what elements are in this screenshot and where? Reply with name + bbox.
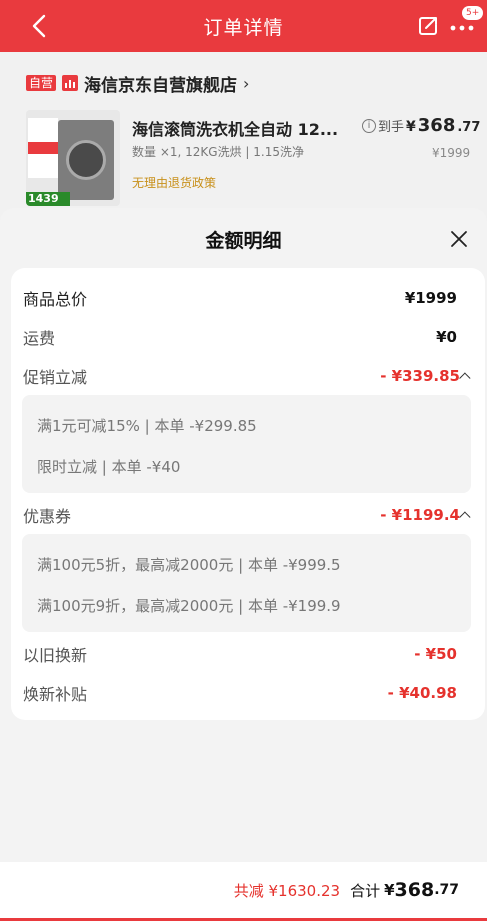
store-logo-icon	[62, 75, 79, 91]
share-icon[interactable]	[416, 14, 440, 38]
close-icon[interactable]	[450, 230, 468, 248]
promo-row[interactable]: 促销立减 - ¥339.85	[11, 364, 485, 388]
more-options-icon[interactable]	[448, 18, 478, 34]
final-price: i 到手 ¥ 368 .77	[362, 115, 480, 136]
total-currency: ¥	[384, 881, 395, 899]
final-price-currency: ¥	[406, 119, 416, 135]
chevron-right-icon: ›	[243, 73, 250, 93]
chevron-up-icon[interactable]	[459, 511, 471, 523]
coupon-detail-line: 满100元5折，最高减2000元 | 本单 -¥999.5	[37, 556, 341, 574]
subsidy-row: 焕新补贴 - ¥40.98	[11, 681, 485, 705]
store-link[interactable]: 自营 海信京东自营旗舰店 ›	[26, 72, 250, 96]
top-nav-bar: 订单详情 5+	[0, 0, 487, 52]
self-operated-tag: 自营	[26, 75, 57, 91]
tradein-value: - ¥50	[414, 645, 457, 663]
coupon-detail-box: 满100元5折，最高减2000元 | 本单 -¥999.5 满100元9折，最高…	[22, 534, 471, 632]
final-price-main: 368	[417, 115, 456, 136]
goods-total-row: 商品总价 ¥1999	[11, 286, 485, 310]
shipping-value: ¥0	[436, 328, 457, 346]
shipping-row: 运费 ¥0	[11, 325, 485, 349]
tradein-label: 以旧换新	[23, 646, 88, 665]
promo-value: - ¥339.85	[380, 367, 460, 385]
product-image[interactable]: 1439	[26, 110, 120, 206]
page-title: 订单详情	[203, 16, 284, 39]
subsidy-label: 焕新补贴	[23, 685, 88, 704]
coupon-value: - ¥1199.4	[380, 506, 460, 524]
total-main: 368	[394, 879, 435, 901]
image-price-tag: 1439	[26, 192, 70, 206]
product-spec[interactable]: 数量 ×1, 12KG洗烘 | 1.15洗净	[132, 143, 304, 160]
total-saved: 共减 ¥1630.23	[233, 881, 341, 900]
washer-door-graphic	[66, 140, 106, 180]
final-price-label: 到手	[378, 120, 405, 135]
chevron-up-icon[interactable]	[459, 372, 471, 384]
original-price: ¥1999	[432, 146, 471, 160]
amount-detail-sheet: 金额明细 商品总价 ¥1999 运费 ¥0 促销立减 - ¥339.85 满1元…	[0, 208, 487, 921]
final-price-decimal: .77	[457, 120, 481, 135]
info-icon[interactable]: i	[362, 118, 376, 133]
promo-detail-line: 满1元可减15% | 本单 -¥299.85	[37, 417, 257, 435]
total-label: 合计	[350, 881, 381, 900]
return-policy: 无理由退货政策	[132, 176, 217, 190]
subsidy-value: - ¥40.98	[387, 684, 457, 702]
store-name: 海信京东自营旗舰店	[84, 75, 238, 96]
total-footer: 共减 ¥1630.23 合计 ¥ 368 .77	[0, 862, 487, 918]
goods-total-label: 商品总价	[23, 290, 88, 309]
goods-total-value: ¥1999	[404, 289, 457, 307]
sheet-title: 金额明细	[205, 230, 282, 252]
coupon-detail-line: 满100元9折，最高减2000元 | 本单 -¥199.9	[37, 597, 341, 615]
back-arrow-icon[interactable]	[28, 13, 52, 39]
product-title[interactable]: 海信滚筒洗衣机全自动 12...	[132, 116, 352, 140]
promo-detail-line: 限时立减 | 本单 -¥40	[37, 458, 181, 476]
promo-detail-box: 满1元可减15% | 本单 -¥299.85 限时立减 | 本单 -¥40	[22, 395, 471, 493]
notification-badge: 5+	[462, 6, 484, 20]
promo-banner-graphic	[28, 118, 58, 178]
tradein-row: 以旧换新 - ¥50	[11, 642, 485, 666]
shipping-label: 运费	[23, 329, 56, 348]
amount-detail-card: 商品总价 ¥1999 运费 ¥0 促销立减 - ¥339.85 满1元可减15%…	[11, 268, 485, 720]
coupon-label: 优惠券	[23, 507, 72, 526]
total-decimal: .77	[434, 882, 459, 898]
coupon-row[interactable]: 优惠券 - ¥1199.4	[11, 503, 485, 527]
promo-label: 促销立减	[23, 368, 88, 387]
